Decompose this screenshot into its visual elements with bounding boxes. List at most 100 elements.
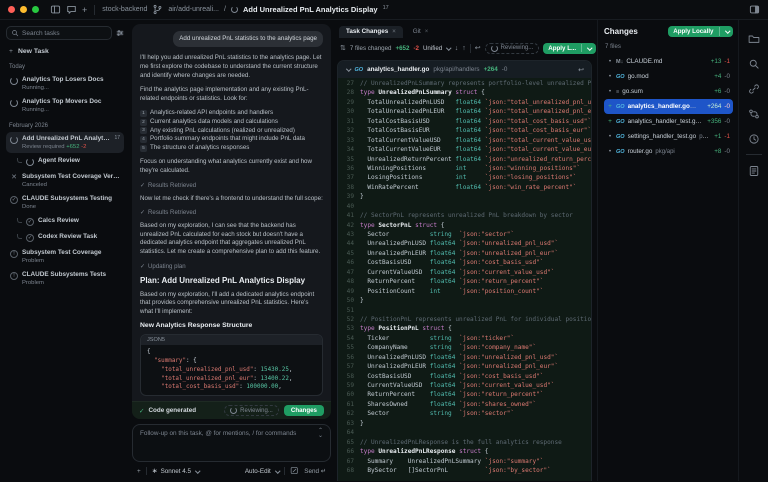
new-tab-icon[interactable]: +: [82, 5, 87, 15]
line-number: 43: [338, 230, 360, 239]
view-mode-selector[interactable]: Unified: [423, 45, 451, 52]
line-number: 41: [338, 211, 360, 220]
task-item[interactable]: !CLAUDE Subsystems TestsProblem: [6, 268, 124, 289]
task-badge: 17: [114, 135, 120, 141]
minimize-window-button[interactable]: [20, 6, 27, 13]
changed-file-row[interactable]: •GOsettings_handler_test.gopkg/api/handl…: [604, 129, 733, 144]
check-icon: ✓: [140, 209, 145, 216]
close-tab-icon[interactable]: ×: [392, 29, 396, 35]
task-status-spinner-icon: [231, 6, 238, 13]
prev-change-icon[interactable]: ↑: [462, 45, 466, 52]
chat-panel: Add unrealized PnL statistics to the ana…: [129, 20, 333, 481]
tool-result-row[interactable]: ✓Results Retrieved: [140, 209, 323, 216]
collapse-all-icon[interactable]: ⇅: [340, 44, 346, 52]
task-item[interactable]: Add Unrealized PnL Analytics ...17Review…: [6, 132, 124, 153]
expand-input-icon[interactable]: ⌃⌄: [318, 429, 323, 439]
changes-panel: Changes Apply Locally 7 files •M↓CLAUDE.…: [597, 20, 738, 481]
task-item[interactable]: Agent Review: [6, 154, 124, 169]
tab-task-changes[interactable]: Task Changes×: [339, 26, 403, 38]
task-label: CLAUDE Subsystems Tests: [22, 271, 120, 278]
branch-name[interactable]: air/add-unreali...: [168, 6, 219, 13]
additions-count: +652: [396, 45, 410, 52]
line-number: 55: [338, 343, 360, 352]
undo-icon[interactable]: ↩: [475, 44, 481, 52]
diff-code-line: 63}: [338, 419, 591, 428]
right-icon-rail: [738, 20, 768, 481]
file-path: pkg/api/handlers: [699, 134, 709, 140]
line-number: 36: [338, 164, 360, 173]
list-number-badge: 2: [140, 119, 147, 126]
clock-icon[interactable]: [741, 126, 767, 151]
auto-edit-selector[interactable]: Auto-Edit: [245, 468, 279, 475]
line-number: 50: [338, 296, 360, 305]
diff-code-line: 48 ReturnPercent float64 `json:"return_p…: [338, 277, 591, 286]
apply-locally-button[interactable]: Apply Locally: [668, 26, 733, 37]
changed-file-row[interactable]: •GOgo.mod+4-0: [604, 69, 733, 84]
folder-icon[interactable]: [741, 26, 767, 51]
link-icon[interactable]: [741, 76, 767, 101]
compare-icon[interactable]: [741, 101, 767, 126]
sidebar-toggle-icon[interactable]: [50, 4, 61, 15]
revert-file-icon[interactable]: ↩: [578, 66, 584, 74]
next-change-icon[interactable]: ↓: [455, 45, 459, 52]
task-item[interactable]: ✓CLAUDE Subsystems TestingDone: [6, 192, 124, 213]
line-number: 29: [338, 98, 360, 107]
send-button[interactable]: Send ↵: [304, 468, 326, 475]
chat-icon[interactable]: [66, 4, 77, 15]
task-item[interactable]: ✕Subsystem Test Coverage Verific...Cance…: [6, 170, 124, 191]
followup-input[interactable]: Follow-up on this task, @ for mentions, …: [132, 424, 331, 462]
file-deletions: -0: [724, 73, 730, 80]
chat-scroll-area[interactable]: Add unrealized PnL statistics to the ana…: [132, 24, 331, 401]
diff-panel: Task Changes×Git× ⇅ 7 files changed +652…: [333, 20, 597, 481]
apply-locally-dropdown[interactable]: [719, 27, 734, 36]
changed-file-row[interactable]: •M↓CLAUDE.md+13-1: [604, 54, 733, 69]
right-panel-toggle-icon[interactable]: [749, 4, 760, 15]
new-task-button[interactable]: + New Task: [6, 40, 124, 57]
tool-result-row[interactable]: ✓Updating plan: [140, 263, 323, 270]
changed-file-row[interactable]: •GOrouter.gopkg/api+8-0: [604, 144, 733, 159]
task-item[interactable]: !Subsystem Test CoverageProblem: [6, 246, 124, 267]
diff-code-line: 57 UnrealizedPnLEUR float64 `json:"unrea…: [338, 362, 591, 371]
project-name[interactable]: stock-backend: [102, 6, 147, 13]
list-item: 1Analytics-related API endpoints and han…: [140, 109, 323, 118]
attach-button[interactable]: +: [137, 468, 141, 475]
diff-file-header[interactable]: GO analytics_handler.go pkg/api/handlers…: [338, 61, 591, 78]
diff-code-line: 28type UnrealizedPnLSummary struct {: [338, 88, 591, 97]
file-deletions: -1: [724, 133, 730, 140]
modified-file-marker: •: [607, 133, 613, 140]
tool-result-row[interactable]: ✓Results Retrieved: [140, 182, 323, 189]
changed-file-row[interactable]: •≡go.sum+6-0: [604, 84, 733, 99]
line-number: 33: [338, 136, 360, 145]
changed-files-list: •M↓CLAUDE.md+13-1•GOgo.mod+4-0•≡go.sum+6…: [604, 54, 733, 159]
model-selector[interactable]: ∗ Sonnet 4.5: [152, 467, 200, 475]
search-icon[interactable]: [741, 51, 767, 76]
go-file-icon: GO: [616, 134, 625, 140]
search-input[interactable]: Search tasks: [6, 26, 112, 40]
changed-file-row[interactable]: +GOanalytics_handler_test.gopkg/api/ha+3…: [604, 114, 733, 129]
task-item[interactable]: Analytics Top Movers DocRunning...: [6, 95, 124, 116]
task-label: Agent Review: [38, 157, 120, 164]
maximize-window-button[interactable]: [32, 6, 39, 13]
line-number: 49: [338, 287, 360, 296]
task-item[interactable]: Analytics Top Losers DocsRunning...: [6, 73, 124, 94]
task-item[interactable]: ✓Codex Review Task: [6, 230, 124, 245]
tab-git[interactable]: Git×: [406, 26, 436, 38]
sum-file-icon: ≡: [616, 89, 619, 95]
subtask-connector-icon: [17, 234, 22, 239]
close-tab-icon[interactable]: ×: [425, 29, 429, 35]
edit-mode-icon[interactable]: [290, 466, 299, 477]
list-number-badge: 5: [140, 145, 147, 152]
running-spinner-icon: [10, 136, 18, 144]
diff-code-view[interactable]: 27// UnrealizedPnLSummary represents por…: [338, 78, 591, 481]
changed-file-row[interactable]: +GOanalytics_handler.gopkg/api/handlers+…: [604, 99, 733, 114]
task-item[interactable]: ✓Calcs Review: [6, 214, 124, 229]
changes-button[interactable]: Changes: [284, 405, 324, 416]
file-additions: +1: [714, 133, 721, 140]
file-deletions: -0: [502, 66, 508, 73]
filter-icon[interactable]: [116, 29, 124, 37]
apply-dropdown[interactable]: [581, 44, 596, 53]
notes-icon[interactable]: [741, 158, 767, 183]
close-window-button[interactable]: [8, 6, 15, 13]
apply-button[interactable]: Apply L...: [543, 43, 595, 54]
line-number: 67: [338, 457, 360, 466]
